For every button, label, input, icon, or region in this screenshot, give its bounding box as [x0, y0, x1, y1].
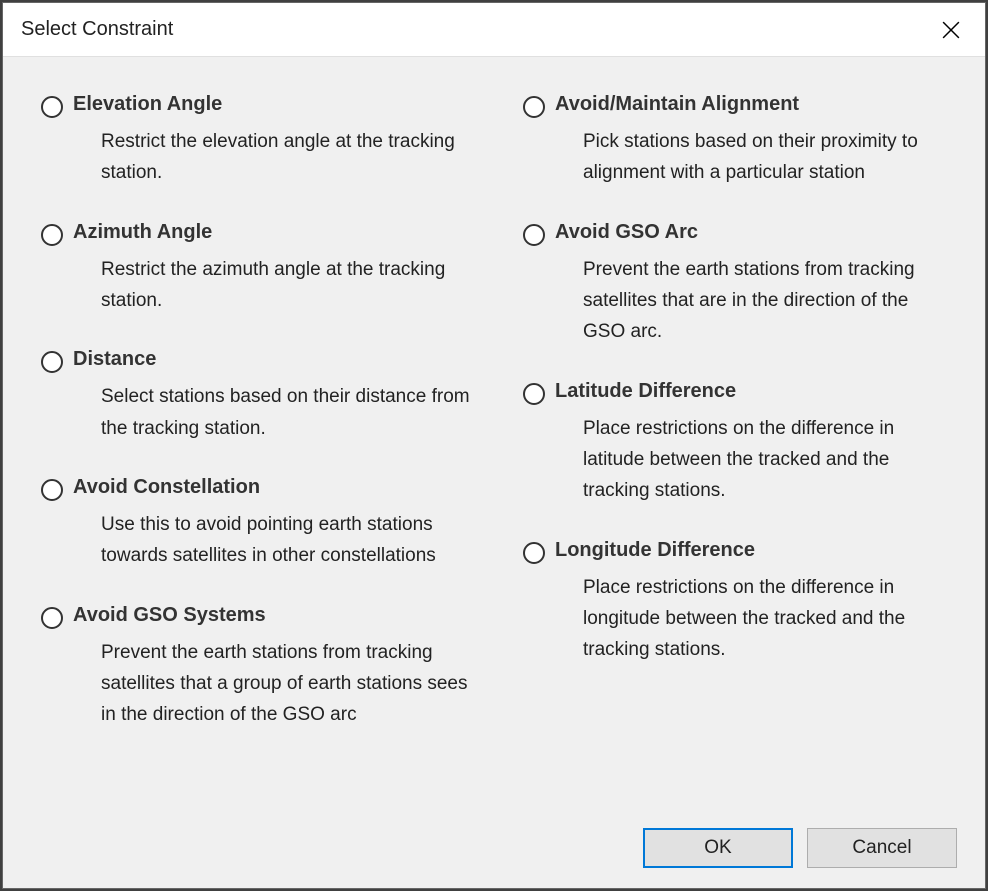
options-column-right: Avoid/Maintain Alignment Pick stations b…: [523, 93, 955, 868]
radio-avoid-gso-arc[interactable]: [523, 224, 545, 246]
option-text: Avoid Constellation Use this to avoid po…: [73, 476, 473, 572]
dialog-title: Select Constraint: [21, 18, 173, 41]
option-avoid-gso-systems[interactable]: Avoid GSO Systems Prevent the earth stat…: [41, 604, 473, 731]
option-title: Avoid Constellation: [73, 476, 473, 499]
option-longitude-difference[interactable]: Longitude Difference Place restrictions …: [523, 539, 955, 666]
radio-avoid-maintain-alignment[interactable]: [523, 96, 545, 118]
button-row: OK Cancel: [643, 828, 957, 868]
ok-button[interactable]: OK: [643, 828, 793, 868]
cancel-button[interactable]: Cancel: [807, 828, 957, 868]
option-text: Distance Select stations based on their …: [73, 348, 473, 444]
option-title: Avoid GSO Arc: [555, 221, 955, 244]
option-avoid-maintain-alignment[interactable]: Avoid/Maintain Alignment Pick stations b…: [523, 93, 955, 189]
close-button[interactable]: [929, 10, 973, 50]
option-text: Avoid GSO Arc Prevent the earth stations…: [555, 221, 955, 348]
select-constraint-dialog: Select Constraint Elevation Angle Restri…: [2, 2, 986, 889]
option-title: Distance: [73, 348, 473, 371]
option-desc: Prevent the earth stations from tracking…: [555, 254, 955, 348]
radio-elevation-angle[interactable]: [41, 96, 63, 118]
option-title: Avoid/Maintain Alignment: [555, 93, 955, 116]
radio-longitude-difference[interactable]: [523, 542, 545, 564]
option-text: Latitude Difference Place restrictions o…: [555, 380, 955, 507]
option-desc: Pick stations based on their proximity t…: [555, 126, 955, 189]
option-desc: Restrict the elevation angle at the trac…: [73, 126, 473, 189]
option-desc: Use this to avoid pointing earth station…: [73, 509, 473, 572]
radio-distance[interactable]: [41, 351, 63, 373]
close-icon: [942, 21, 960, 39]
option-title: Azimuth Angle: [73, 221, 473, 244]
option-desc: Select stations based on their distance …: [73, 381, 473, 444]
option-title: Avoid GSO Systems: [73, 604, 473, 627]
option-desc: Prevent the earth stations from tracking…: [73, 637, 473, 731]
radio-avoid-constellation[interactable]: [41, 479, 63, 501]
option-azimuth-angle[interactable]: Azimuth Angle Restrict the azimuth angle…: [41, 221, 473, 317]
option-title: Latitude Difference: [555, 380, 955, 403]
option-text: Azimuth Angle Restrict the azimuth angle…: [73, 221, 473, 317]
option-distance[interactable]: Distance Select stations based on their …: [41, 348, 473, 444]
option-avoid-constellation[interactable]: Avoid Constellation Use this to avoid po…: [41, 476, 473, 572]
titlebar: Select Constraint: [3, 3, 985, 57]
options-column-left: Elevation Angle Restrict the elevation a…: [41, 93, 473, 868]
radio-azimuth-angle[interactable]: [41, 224, 63, 246]
option-text: Elevation Angle Restrict the elevation a…: [73, 93, 473, 189]
dialog-content: Elevation Angle Restrict the elevation a…: [3, 57, 985, 888]
option-avoid-gso-arc[interactable]: Avoid GSO Arc Prevent the earth stations…: [523, 221, 955, 348]
radio-avoid-gso-systems[interactable]: [41, 607, 63, 629]
option-latitude-difference[interactable]: Latitude Difference Place restrictions o…: [523, 380, 955, 507]
option-text: Avoid/Maintain Alignment Pick stations b…: [555, 93, 955, 189]
option-title: Longitude Difference: [555, 539, 955, 562]
option-desc: Place restrictions on the difference in …: [555, 572, 955, 666]
option-desc: Place restrictions on the difference in …: [555, 413, 955, 507]
option-elevation-angle[interactable]: Elevation Angle Restrict the elevation a…: [41, 93, 473, 189]
radio-latitude-difference[interactable]: [523, 383, 545, 405]
option-title: Elevation Angle: [73, 93, 473, 116]
option-desc: Restrict the azimuth angle at the tracki…: [73, 254, 473, 317]
option-text: Avoid GSO Systems Prevent the earth stat…: [73, 604, 473, 731]
option-text: Longitude Difference Place restrictions …: [555, 539, 955, 666]
